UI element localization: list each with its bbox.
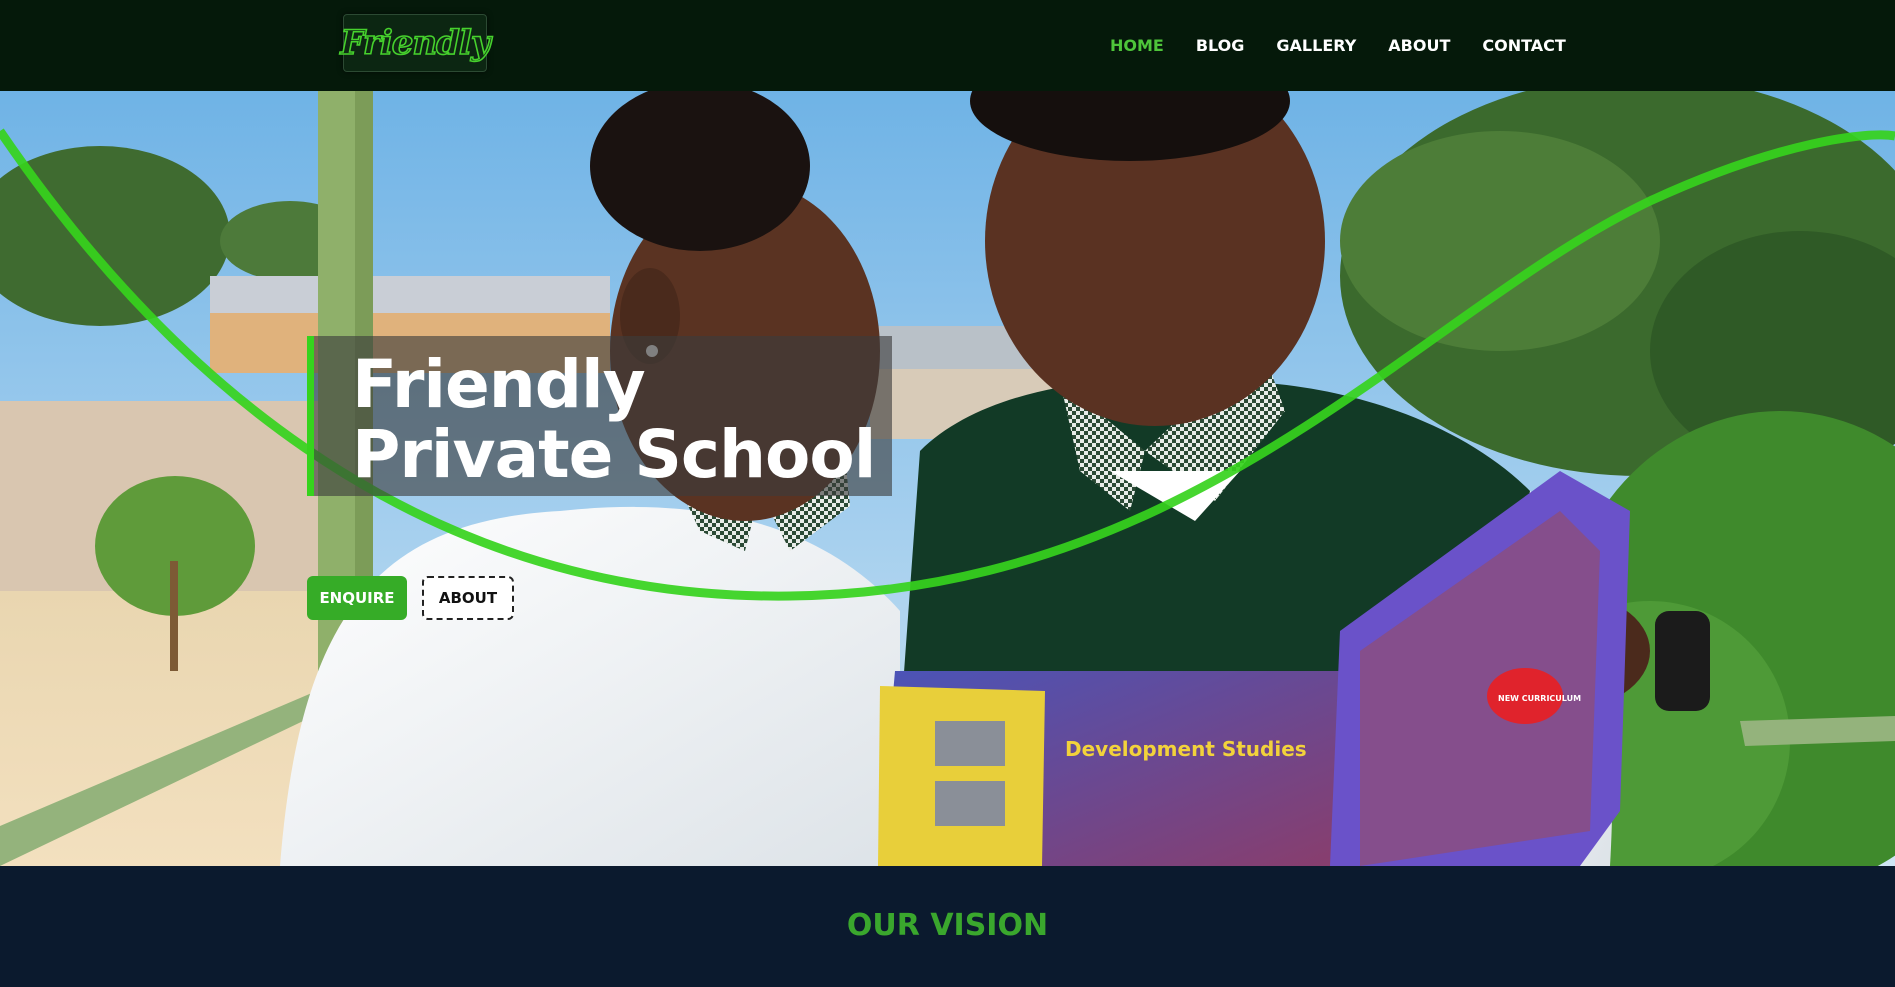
hero-section: Development Studies NEW CURRICULUM Frien…	[0, 91, 1895, 866]
nav-contact-link[interactable]: CONTACT	[1482, 36, 1565, 55]
hero-photo: Development Studies NEW CURRICULUM	[0, 91, 1895, 866]
logo-text: Friendly	[340, 22, 492, 64]
about-button[interactable]: ABOUT	[422, 576, 514, 620]
enquire-button[interactable]: ENQUIRE	[307, 576, 407, 620]
nav-about-link[interactable]: ABOUT	[1388, 36, 1450, 55]
book-badge-text: NEW CURRICULUM	[1498, 694, 1581, 703]
nav-home-link[interactable]: HOME	[1110, 36, 1164, 55]
main-nav: HOME BLOG GALLERY ABOUT CONTACT	[1110, 0, 1598, 91]
book-title-text: Development Studies	[1065, 737, 1307, 761]
hero-title-box: Friendly Private School	[307, 336, 892, 496]
navbar: Friendly HOME BLOG GALLERY ABOUT CONTACT	[0, 0, 1895, 91]
nav-gallery-link[interactable]: GALLERY	[1276, 36, 1356, 55]
hero-title: Friendly Private School	[352, 346, 876, 493]
nav-blog-link[interactable]: BLOG	[1196, 36, 1245, 55]
vision-title: OUR VISION	[846, 908, 1049, 943]
vision-section: OUR VISION	[0, 866, 1895, 987]
site-logo[interactable]: Friendly	[340, 14, 492, 72]
